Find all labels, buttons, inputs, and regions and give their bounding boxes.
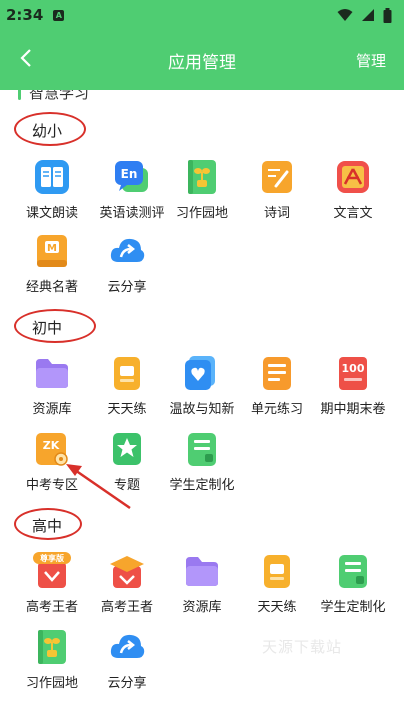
app-label: 天天练	[107, 402, 147, 417]
page-title: 应用管理	[168, 52, 236, 73]
icon-text-en: En	[121, 167, 138, 181]
app-cloud-share-high[interactable]: 云分享	[88, 628, 166, 691]
app-classic-masterpieces[interactable]: M 经典名著	[13, 232, 91, 295]
watermark: 天源下载站	[262, 638, 343, 656]
app-label: 习作园地	[175, 206, 228, 221]
clipboard-icon	[264, 555, 290, 588]
app-label: 云分享	[107, 676, 147, 691]
back-button[interactable]	[12, 44, 40, 72]
status-bar: 2:34 A	[0, 0, 404, 30]
folder-icon	[36, 359, 68, 388]
book-icon	[35, 160, 69, 194]
app-label: 学生定制化	[320, 600, 386, 615]
star-bookmark-icon	[113, 433, 141, 465]
app-label: 文言文	[333, 206, 373, 221]
heart-card-icon	[185, 356, 215, 390]
manage-button[interactable]: 管理	[356, 50, 386, 71]
app-student-customization-high[interactable]: 学生定制化	[314, 552, 392, 615]
app-label: 资源库	[182, 600, 222, 615]
graduation-cap-icon	[110, 556, 144, 588]
icon-text-m: M	[47, 243, 57, 254]
cloud-share-icon	[110, 238, 145, 262]
signal-icon	[362, 9, 374, 21]
app-writing-garden[interactable]: 习作园地	[163, 158, 241, 221]
score-paper-icon: 100	[339, 357, 367, 390]
app-english-assessment[interactable]: En 英语读测评	[93, 158, 171, 221]
app-label: 学生定制化	[169, 478, 235, 493]
section-heading: 智慧学习	[18, 90, 89, 103]
app-label: 专题	[113, 478, 140, 493]
icon-text-100: 100	[342, 362, 365, 375]
app-label: 中考专区	[25, 478, 78, 493]
app-header: 2:34 A 应用管理 管理	[0, 0, 404, 90]
custom-notebook-icon	[188, 433, 216, 466]
app-label: 资源库	[32, 402, 72, 417]
scroll-icon	[262, 161, 292, 193]
app-text-reading[interactable]: 课文朗读	[13, 158, 91, 221]
app-classical-chinese[interactable]: 文言文	[314, 158, 392, 221]
app-cloud-share[interactable]: 云分享	[88, 232, 166, 295]
premium-gift-icon: 尊享版	[33, 552, 71, 588]
wifi-icon	[337, 9, 353, 21]
cloud-share-icon	[110, 634, 145, 658]
document-list-icon	[263, 357, 291, 390]
app-label: 习作园地	[25, 676, 78, 691]
app-label: 天天练	[257, 600, 297, 615]
app-label: 云分享	[107, 280, 147, 295]
app-label: 高考王者	[100, 600, 153, 615]
masterpiece-book-icon: M	[37, 235, 67, 267]
custom-notebook-icon	[339, 555, 367, 588]
clipboard-icon	[114, 357, 140, 390]
sprout-book-icon	[188, 160, 216, 194]
app-label: 期中期末卷	[320, 402, 386, 417]
classical-text-icon	[337, 161, 369, 193]
app-student-customization[interactable]: 学生定制化	[163, 430, 241, 493]
english-chat-icon: En	[115, 161, 148, 192]
zk-icon: ZK	[36, 433, 68, 466]
app-resource-library[interactable]: 资源库	[13, 354, 91, 417]
app-high-school-entrance-zone[interactable]: ZK 中考专区	[13, 430, 91, 493]
status-time: 2:34	[6, 6, 44, 24]
app-poetry[interactable]: 诗词	[238, 158, 316, 221]
section-label-middle: 初中	[32, 319, 63, 337]
app-unit-exercise[interactable]: 单元练习	[238, 354, 316, 417]
app-label: 高考王者	[25, 600, 78, 615]
app-daily-practice-high[interactable]: 天天练	[238, 552, 316, 615]
app-list: 智慧学习 幼小 课文朗读 En 英语读测评 习作园地 诗词 文言文 M 经典名著…	[0, 90, 404, 720]
app-daily-practice[interactable]: 天天练	[88, 354, 166, 417]
heading-accent-bar	[18, 90, 21, 100]
app-label: 温故与知新	[169, 402, 235, 417]
folder-icon	[186, 557, 218, 586]
app-midterm-final-exam[interactable]: 100 期中期末卷	[314, 354, 392, 417]
app-resource-library-high[interactable]: 资源库	[163, 552, 241, 615]
app-gaokao-king-premium[interactable]: 尊享版 高考王者	[13, 552, 91, 615]
chevron-left-icon	[20, 49, 31, 67]
app-label: 英语读测评	[99, 206, 165, 221]
app-label: 课文朗读	[25, 206, 78, 221]
app-label: 经典名著	[25, 280, 78, 295]
app-special-topics[interactable]: 专题	[88, 430, 166, 493]
section-heading-text: 智慧学习	[29, 90, 90, 102]
app-writing-garden-high[interactable]: 习作园地	[13, 628, 91, 691]
icon-text-premium: 尊享版	[40, 553, 64, 563]
section-label-primary: 幼小	[32, 122, 63, 140]
app-label: 诗词	[263, 206, 290, 221]
app-label: 单元练习	[250, 402, 303, 417]
app-review-and-learn[interactable]: 温故与知新	[163, 354, 241, 417]
notification-icon: A	[53, 9, 65, 21]
sprout-book-icon	[38, 630, 66, 664]
icon-text-zk: ZK	[43, 439, 60, 452]
battery-icon	[383, 7, 392, 23]
app-gaokao-king[interactable]: 高考王者	[88, 552, 166, 615]
section-label-high: 高中	[32, 517, 63, 535]
